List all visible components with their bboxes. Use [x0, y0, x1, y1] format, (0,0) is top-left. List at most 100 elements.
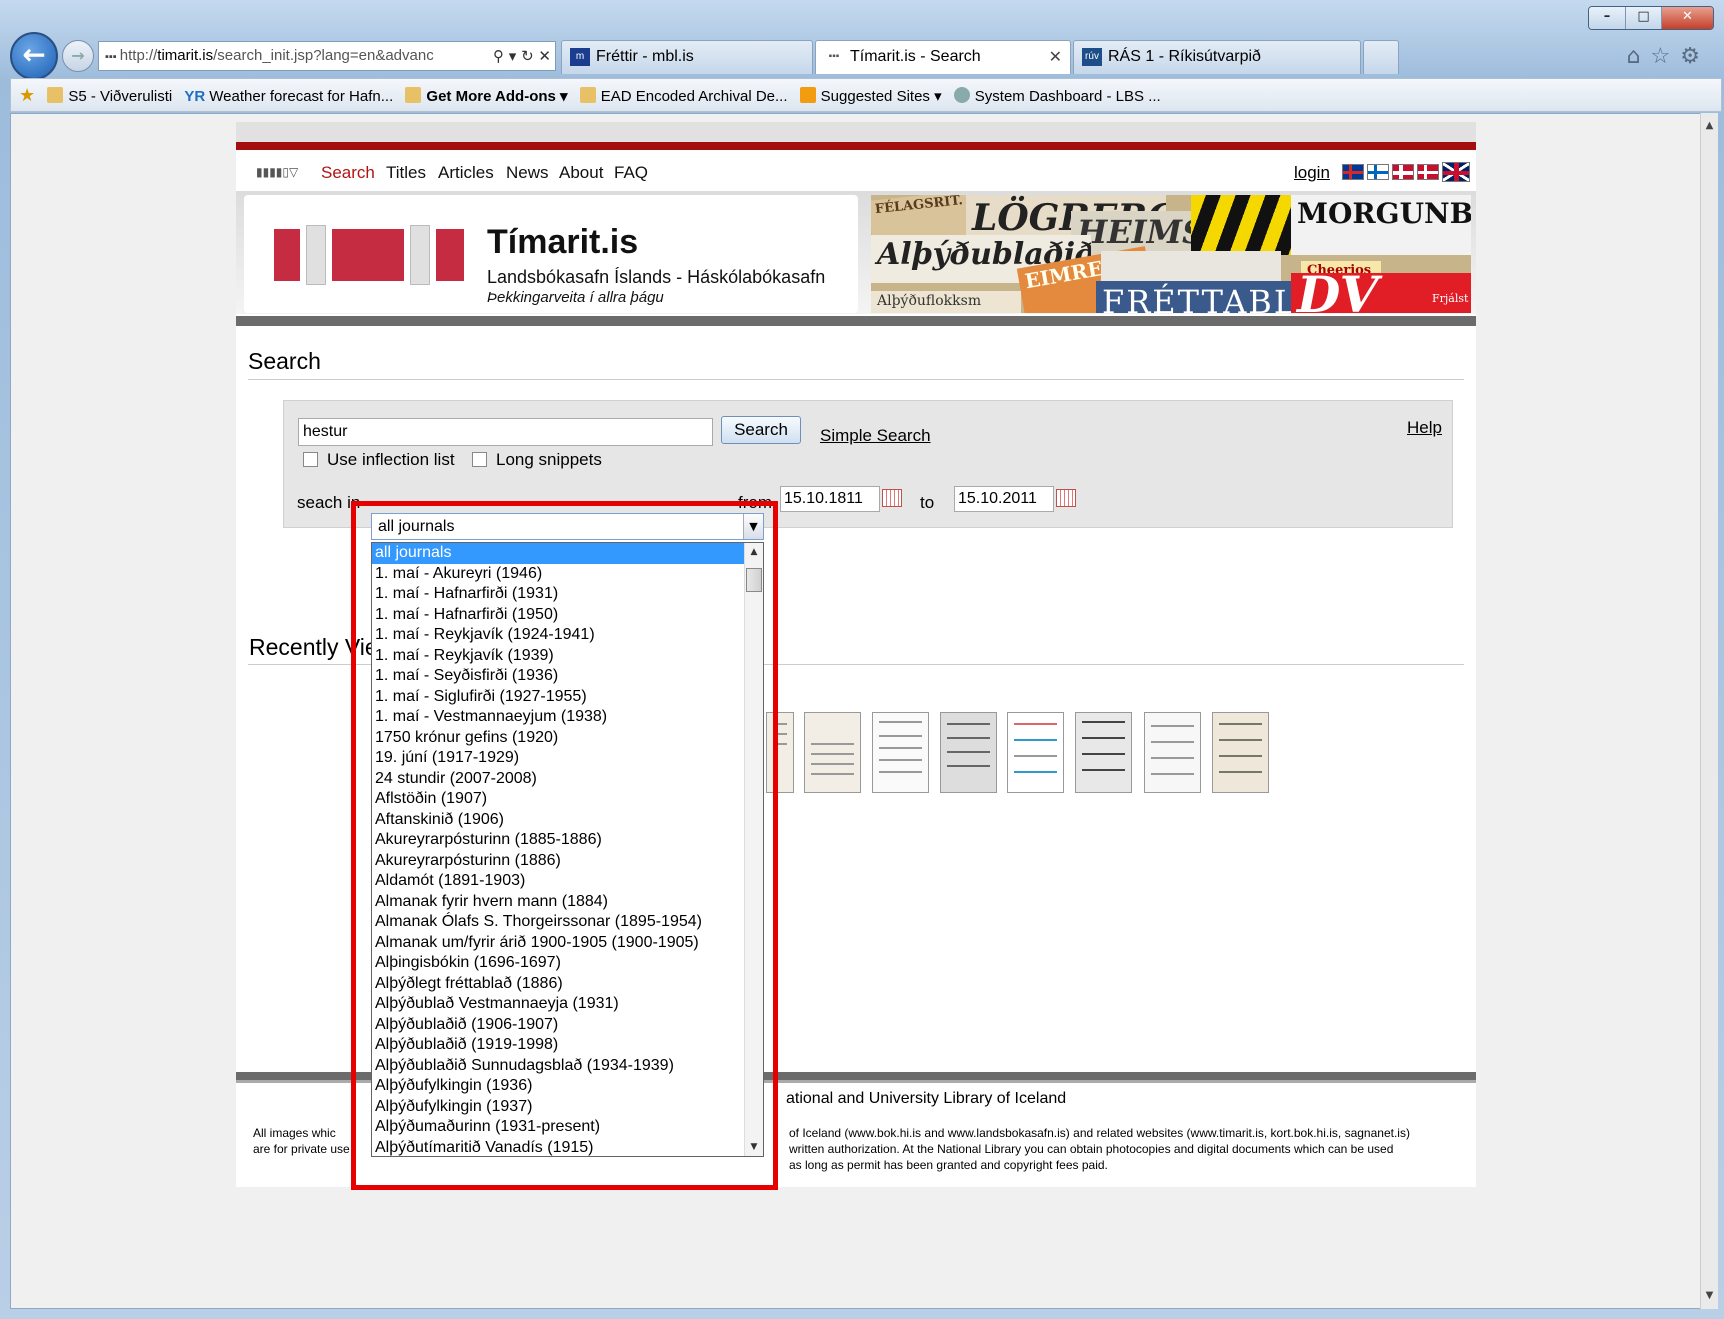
calendar-icon[interactable] [1056, 489, 1076, 507]
gear-icon[interactable]: ⚙ [1680, 44, 1710, 69]
maximize-button[interactable]: □ [1625, 7, 1661, 29]
menu-faq[interactable]: FAQ [614, 155, 648, 191]
banner-logo-panel: Tímarit.is Landsbókasafn Íslands - Háskó… [244, 195, 858, 313]
favorite-dashboard[interactable]: System Dashboard - LBS ... [953, 81, 1161, 113]
forward-arrow-icon: → [71, 46, 85, 65]
favorite-ead[interactable]: EAD Encoded Archival De... [579, 81, 788, 113]
logo-menu-icon[interactable]: ▮▮▮▮▯▽ [256, 164, 310, 180]
flag-faroe-icon[interactable] [1367, 164, 1389, 180]
collage-label: Alþýðuflokksm [871, 291, 1021, 313]
favorite-label: EAD Encoded Archival De... [600, 88, 788, 105]
forward-button[interactable]: → [62, 40, 94, 72]
favorite-label: S5 - Viðverulisti [68, 88, 173, 105]
favorite-label: Get More Add-ons ▾ [426, 88, 568, 105]
search-icon[interactable]: ⚲ [493, 47, 504, 65]
recent-thumbnail[interactable] [804, 712, 861, 793]
refresh-icon[interactable]: ↻ [521, 47, 534, 65]
page-scrollbar[interactable]: ▲ ▼ [1700, 113, 1718, 1309]
highlight-annotation-box [351, 501, 778, 1190]
suggested-sites-icon [799, 87, 816, 103]
tab-ruv[interactable]: rúv RÁS 1 - Ríkisútvarpið [1073, 40, 1361, 74]
collage-label: FRÉTTABLA [1096, 281, 1296, 313]
checkbox-label: Use inflection list [327, 450, 455, 469]
timarit-icon: ▪▪▪ [828, 50, 840, 62]
favorite-label: System Dashboard - LBS ... [974, 88, 1161, 105]
minimize-button[interactable]: – [1589, 7, 1625, 29]
close-tab-icon[interactable]: ✕ [1049, 41, 1062, 73]
footer-left-text: All images whic are for private use [253, 1125, 350, 1157]
footer-right-text: of Iceland (www.bok.hi.is and www.landsb… [789, 1125, 1410, 1173]
login-link[interactable]: login [1294, 155, 1330, 191]
collage-label: MORGUNBLA [1291, 195, 1471, 255]
favorites-star-icon[interactable]: ☆ [1651, 44, 1681, 69]
dashboard-icon [953, 87, 970, 103]
close-window-button[interactable]: ✕ [1661, 7, 1713, 29]
menu-search[interactable]: Search [321, 155, 375, 191]
favorite-suggested[interactable]: Suggested Sites ▾ [799, 81, 942, 113]
site-menu: ▮▮▮▮▯▽ Search Titles Articles News About… [236, 155, 1476, 191]
url-host: timarit.is [157, 47, 214, 64]
new-tab-button[interactable] [1363, 40, 1399, 74]
flag-norway-icon[interactable] [1392, 164, 1414, 180]
checkbox-label: Long snippets [496, 450, 602, 469]
flag-uk-icon[interactable] [1442, 162, 1470, 182]
favorite-addons[interactable]: Get More Add-ons ▾ [405, 81, 568, 113]
language-flags [1342, 162, 1470, 182]
back-button[interactable]: ← [10, 32, 58, 80]
recent-thumbnail[interactable] [872, 712, 929, 793]
recent-thumbnail[interactable] [1007, 712, 1064, 793]
checkbox-box[interactable] [303, 452, 318, 467]
dropdown-icon[interactable]: ▾ [509, 47, 517, 65]
flag-iceland-icon[interactable] [1342, 164, 1364, 180]
favorites-star-icon[interactable]: ★ [19, 79, 35, 111]
home-icon[interactable]: ⌂ [1627, 44, 1651, 69]
from-date-input[interactable]: 15.10.1811 [780, 486, 880, 512]
to-date-input[interactable]: 15.10.2011 [954, 486, 1054, 512]
help-link[interactable]: Help [1407, 418, 1442, 438]
checkbox-box[interactable] [472, 452, 487, 467]
favorite-weather[interactable]: YR Weather forecast for Hafn... [184, 81, 393, 113]
scroll-down-icon[interactable]: ▼ [1701, 1287, 1718, 1305]
favorite-label: Weather forecast for Hafn... [209, 88, 394, 105]
search-input[interactable]: hestur [298, 418, 713, 446]
to-label: to [920, 493, 935, 512]
favorite-label: Suggested Sites ▾ [820, 88, 942, 105]
simple-search-link[interactable]: Simple Search [820, 426, 931, 446]
menu-news[interactable]: News [506, 155, 549, 191]
divider [248, 379, 1464, 380]
scroll-up-icon[interactable]: ▲ [1701, 117, 1718, 135]
tab-label: Tímarit.is - Search [850, 48, 981, 65]
flag-denmark-icon[interactable] [1417, 164, 1439, 180]
site-favicon: ▪▪▪ [105, 51, 120, 63]
recent-thumbnail[interactable] [1075, 712, 1132, 793]
ie-page-icon [47, 87, 64, 103]
calendar-icon[interactable] [882, 489, 902, 507]
address-bar[interactable]: ▪▪▪ http://timarit.is/search_init.jsp?la… [98, 41, 556, 71]
site-tagline: Þekkingarveita í allra þágu [487, 289, 664, 306]
long-snippets-checkbox[interactable]: Long snippets [472, 450, 602, 470]
header-divider [236, 316, 1476, 326]
use-inflection-checkbox[interactable]: Use inflection list [303, 450, 455, 470]
menu-titles[interactable]: Titles [386, 155, 426, 191]
site-banner: Tímarit.is Landsbókasafn Íslands - Háskó… [236, 191, 1476, 314]
ie-page-icon [579, 87, 596, 103]
menu-articles[interactable]: Articles [438, 155, 494, 191]
favorite-s5[interactable]: S5 - Viðverulisti [47, 81, 172, 113]
collage-label: Frjálst [1426, 290, 1471, 310]
collage-stripe-graphic [1191, 195, 1291, 255]
tab-label: RÁS 1 - Ríkisútvarpið [1108, 48, 1261, 65]
url-prefix: http:// [119, 47, 158, 64]
site-title: Tímarit.is [487, 223, 639, 261]
recent-thumbnail[interactable] [1144, 712, 1201, 793]
browser-tools: ⌂☆⚙ [1627, 44, 1710, 69]
menu-about[interactable]: About [559, 155, 603, 191]
tab-timarit[interactable]: ▪▪▪ Tímarit.is - Search ✕ [815, 40, 1071, 74]
recent-thumbnail[interactable] [940, 712, 997, 793]
tab-mbl[interactable]: m Fréttir - mbl.is [561, 40, 813, 74]
search-button[interactable]: Search [721, 416, 801, 444]
recent-thumbnail[interactable] [1212, 712, 1269, 793]
back-arrow-icon: ← [22, 38, 46, 71]
site-subtitle: Landsbókasafn Íslands - Háskólabókasafn [487, 267, 826, 287]
stop-icon[interactable]: ✕ [538, 47, 551, 65]
browser-window: – □ ✕ ← → ▪▪▪ http://timarit.is/search_i… [0, 0, 1724, 1319]
